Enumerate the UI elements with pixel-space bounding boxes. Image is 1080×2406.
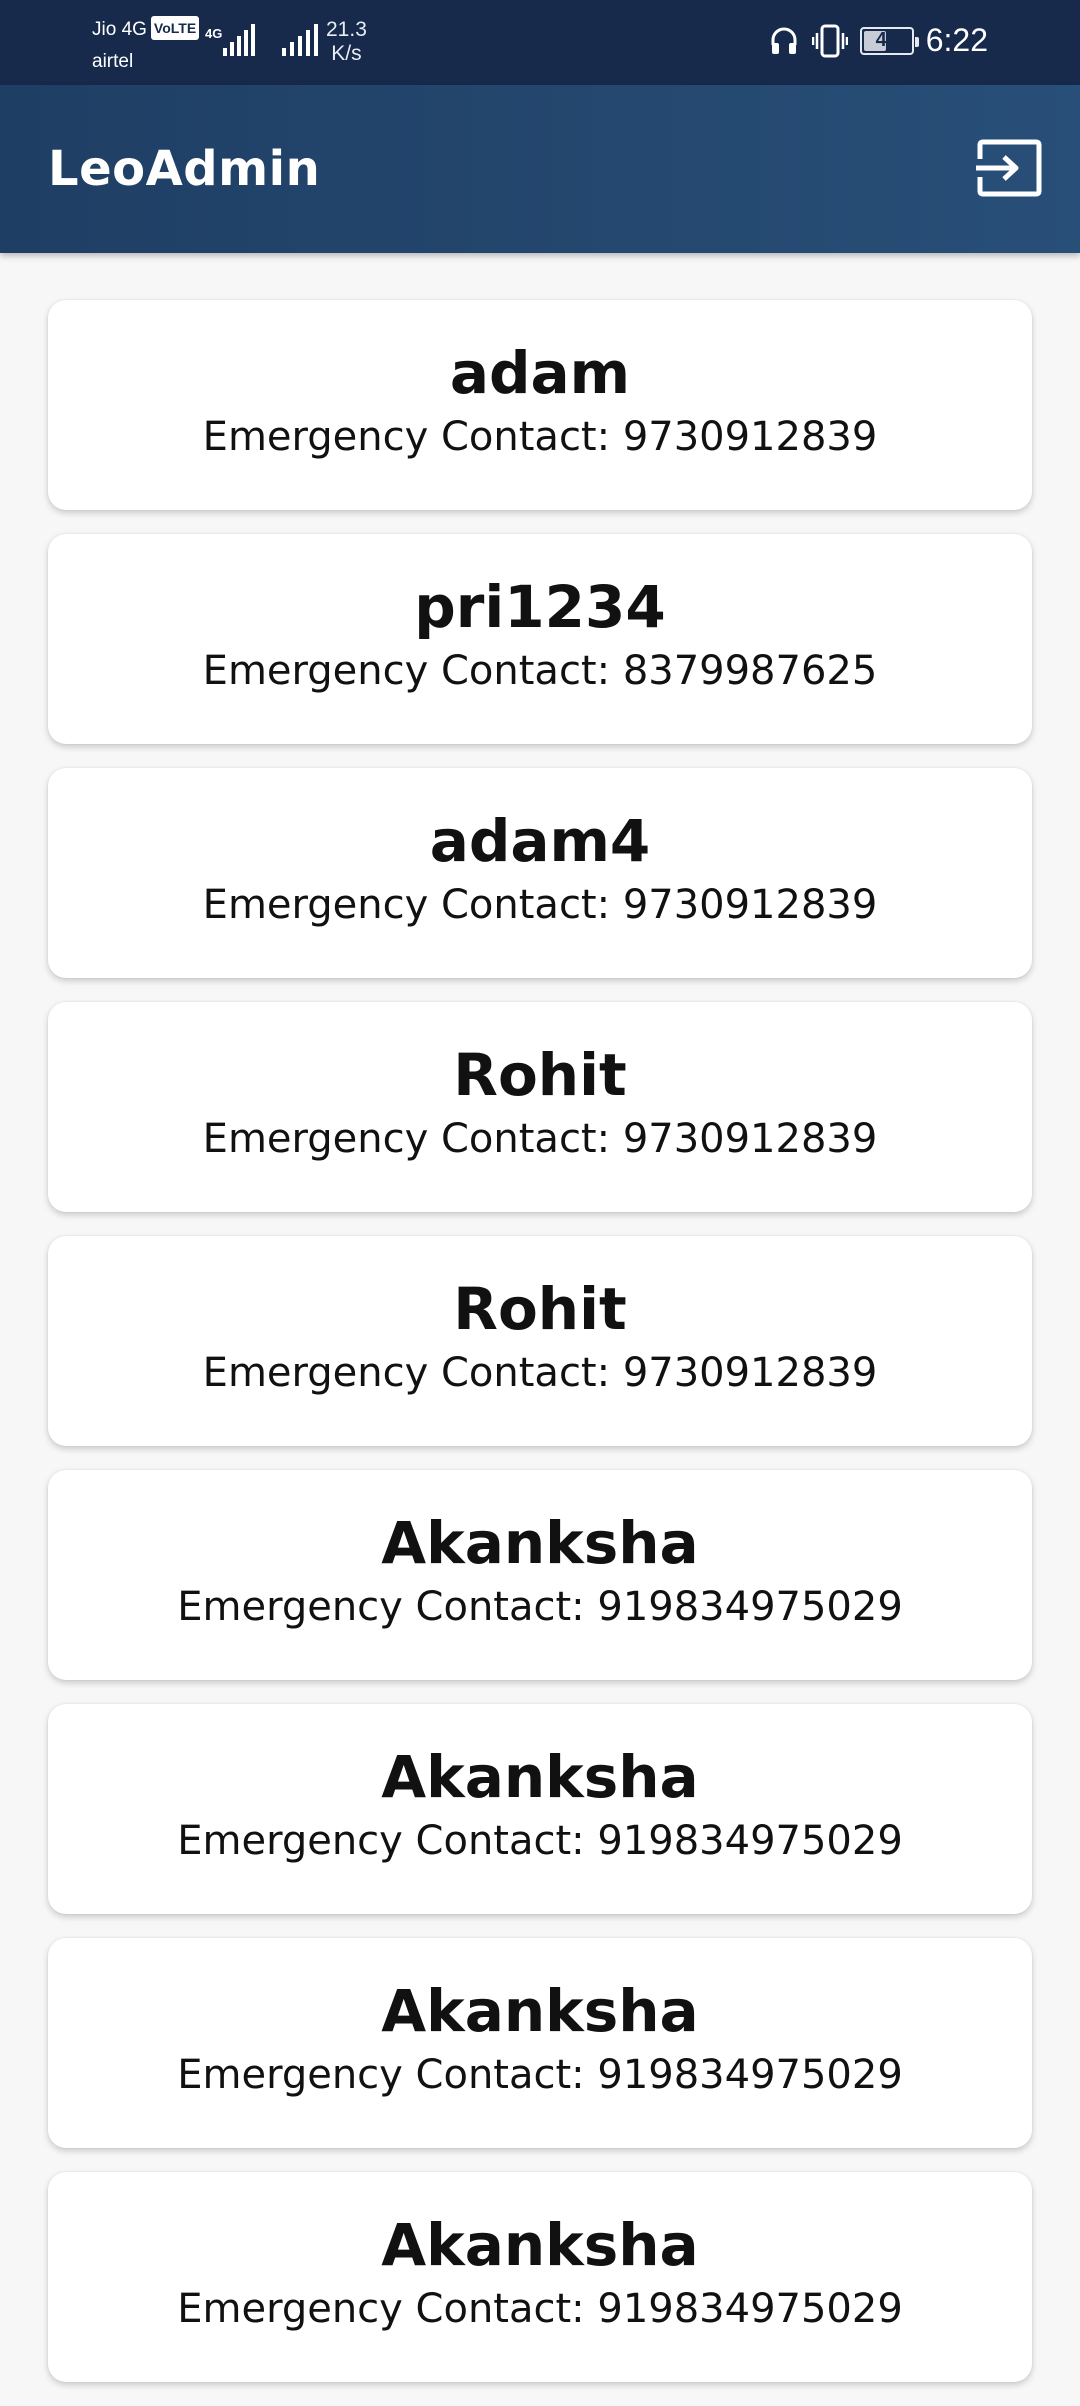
app-bar: LeoAdmin xyxy=(0,85,1080,253)
emergency-contact-label: Emergency Contact: xyxy=(202,1116,623,1162)
emergency-contact: Emergency Contact: 9730912839 xyxy=(48,1114,1032,1164)
emergency-contact: Emergency Contact: 919834975029 xyxy=(48,2050,1032,2100)
user-card[interactable]: Rohit Emergency Contact: 9730912839 xyxy=(48,1002,1032,1212)
signal-icon: 4G xyxy=(205,24,255,56)
user-name: adam4 xyxy=(429,807,651,875)
battery-level: 44 xyxy=(875,29,898,51)
emergency-contact-number: 919834975029 xyxy=(597,2052,903,2098)
user-name: Akanksha xyxy=(381,1977,699,2045)
user-name: Rohit xyxy=(453,1275,627,1343)
emergency-contact-number: 919834975029 xyxy=(597,1818,903,1864)
user-list: adam Emergency Contact: 9730912839 pri12… xyxy=(48,300,1032,2406)
emergency-contact: Emergency Contact: 9730912839 xyxy=(48,412,1032,462)
headphones-icon xyxy=(771,27,797,54)
emergency-contact-number: 9730912839 xyxy=(622,1116,878,1162)
emergency-contact-label: Emergency Contact: xyxy=(202,414,623,460)
emergency-contact-number: 9730912839 xyxy=(622,414,878,460)
emergency-contact: Emergency Contact: 919834975029 xyxy=(48,1816,1032,1866)
signal-icon xyxy=(282,24,318,56)
carrier-2-label: airtel xyxy=(92,51,134,72)
app-title: LeoAdmin xyxy=(48,141,321,197)
emergency-contact: Emergency Contact: 8379987625 xyxy=(48,646,1032,696)
user-name: Akanksha xyxy=(381,2211,699,2279)
user-card[interactable]: pri1234 Emergency Contact: 8379987625 xyxy=(48,534,1032,744)
emergency-contact-number: 919834975029 xyxy=(597,2286,903,2332)
speed-unit: K/s xyxy=(331,42,362,65)
user-card[interactable]: Akanksha Emergency Contact: 919834975029 xyxy=(48,1704,1032,1914)
emergency-contact-number: 8379987625 xyxy=(622,648,878,694)
user-card[interactable]: Akanksha Emergency Contact: 919834975029 xyxy=(48,1470,1032,1680)
user-name: Rohit xyxy=(453,1041,627,1109)
emergency-contact-label: Emergency Contact: xyxy=(177,2052,598,2098)
carrier-1-label: Jio 4G xyxy=(92,19,147,40)
emergency-contact-number: 9730912839 xyxy=(622,882,878,928)
user-name: pri1234 xyxy=(414,573,666,641)
logout-icon xyxy=(976,139,1042,197)
emergency-contact-number: 9730912839 xyxy=(622,1350,878,1396)
emergency-contact: Emergency Contact: 919834975029 xyxy=(48,1582,1032,1632)
status-bar: Jio 4G VoLTE airtel 4G 21.3 K/s 44 6:22 xyxy=(0,0,1080,85)
volte-badge: VoLTE xyxy=(150,16,200,40)
user-card[interactable]: Akanksha Emergency Contact: 919834975029 xyxy=(48,1938,1032,2148)
emergency-contact-label: Emergency Contact: xyxy=(177,1818,598,1864)
emergency-contact: Emergency Contact: 919834975029 xyxy=(48,2284,1032,2334)
user-name: Akanksha xyxy=(381,1743,699,1811)
speed-value: 21.3 xyxy=(326,18,367,41)
svg-text:4G: 4G xyxy=(205,26,222,41)
vibrate-icon xyxy=(811,24,848,57)
emergency-contact-label: Emergency Contact: xyxy=(177,1584,598,1630)
clock-time: 6:22 xyxy=(925,22,988,58)
emergency-contact-label: Emergency Contact: xyxy=(202,1350,623,1396)
emergency-contact-number: 919834975029 xyxy=(597,1584,903,1630)
user-name: adam xyxy=(449,339,631,407)
emergency-contact-label: Emergency Contact: xyxy=(202,648,623,694)
battery-icon: 44 xyxy=(859,26,919,55)
user-card[interactable]: Akanksha Emergency Contact: 919834975029 xyxy=(48,2172,1032,2382)
logout-button[interactable] xyxy=(972,135,1044,201)
emergency-contact: Emergency Contact: 9730912839 xyxy=(48,1348,1032,1398)
user-card[interactable]: Rohit Emergency Contact: 9730912839 xyxy=(48,1236,1032,1446)
status-icons: 44 6:22 xyxy=(768,22,988,59)
user-name: Akanksha xyxy=(381,1509,699,1577)
user-card[interactable]: adam4 Emergency Contact: 9730912839 xyxy=(48,768,1032,978)
network-speed: 21.3 K/s xyxy=(326,18,367,66)
emergency-contact: Emergency Contact: 9730912839 xyxy=(48,880,1032,930)
emergency-contact-label: Emergency Contact: xyxy=(202,882,623,928)
emergency-contact-label: Emergency Contact: xyxy=(177,2286,598,2332)
user-card[interactable]: adam Emergency Contact: 9730912839 xyxy=(48,300,1032,510)
carrier-info: Jio 4G VoLTE airtel xyxy=(92,16,200,74)
